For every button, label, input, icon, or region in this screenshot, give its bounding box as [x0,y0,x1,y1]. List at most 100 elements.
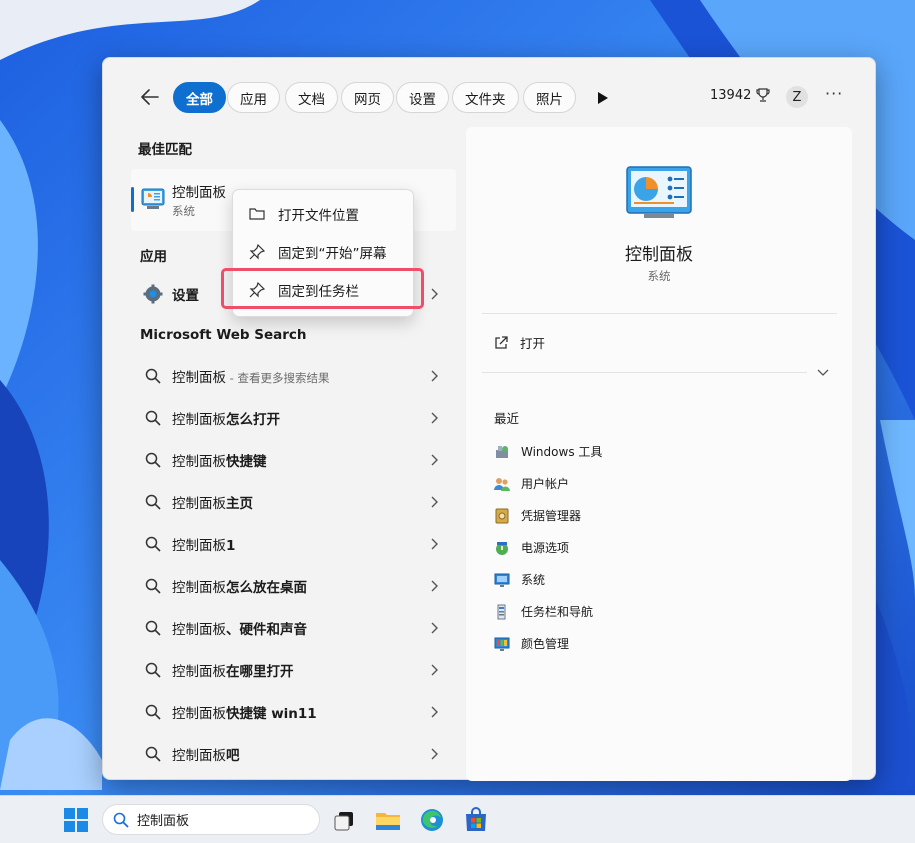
chevron-right-icon[interactable] [429,287,439,301]
chevron-right-icon[interactable] [429,495,439,509]
web-result-query: 控制面板 [172,748,226,764]
tab-photos[interactable]: 照片 [523,82,576,113]
selection-indicator [131,187,134,212]
web-result-suggestion: 、硬件和声音 [226,622,307,638]
menu-item-label: 固定到“开始”屏幕 [278,246,387,262]
chevron-right-icon[interactable] [429,621,439,635]
chevron-down-icon[interactable] [817,367,829,377]
menu-item-pin-to-start[interactable]: 固定到“开始”屏幕 [233,234,415,270]
web-result-suggestion: 怎么放在桌面 [226,580,307,596]
web-result-hint: - 查看更多搜索结果 [226,371,330,385]
web-result-query: 控制面板 [172,622,226,638]
task-view-icon[interactable] [330,806,358,834]
search-icon [143,492,163,512]
search-panel: 全部 应用 文档 网页 设置 文件夹 照片 13942 Z ··· 最佳匹配 控… [102,57,876,781]
recent-item[interactable]: 任务栏和导航 [494,603,593,620]
web-result[interactable]: 控制面板在哪里打开 [131,650,443,690]
web-result-query: 控制面板 [172,580,226,596]
web-result-query: 控制面板 [172,538,226,554]
chevron-right-icon[interactable] [429,369,439,383]
taskbar-search-box[interactable]: 控制面板 [102,804,320,835]
open-external-icon [495,335,508,349]
power-options-icon [496,541,508,555]
web-result[interactable]: 控制面板怎么放在桌面 [131,566,443,606]
recent-item[interactable]: 系统 [494,571,545,588]
file-explorer-icon[interactable] [374,806,402,834]
control-panel-icon [141,188,165,209]
edge-browser-icon[interactable] [418,806,446,834]
web-result[interactable]: 控制面板吧 [131,734,443,774]
microsoft-store-icon[interactable] [462,806,490,834]
search-icon [143,408,163,428]
search-icon [113,812,129,828]
search-icon [143,702,163,722]
control-panel-large-icon [626,166,692,218]
recent-item-label: Windows 工具 [521,445,603,459]
search-icon [143,744,163,764]
tab-web[interactable]: 网页 [341,82,394,113]
recent-item[interactable]: 凭据管理器 [494,507,581,524]
tab-settings[interactable]: 设置 [396,82,449,113]
web-result[interactable]: 控制面板1 [131,524,443,564]
recent-item[interactable]: 颜色管理 [494,635,569,652]
open-label: 打开 [520,336,546,351]
web-result-query: 控制面板 [172,370,226,386]
web-result-suggestion: 快捷键 win11 [226,706,317,722]
detail-pane: 控制面板 系统 打开 最近 Windows 工具 用户帐户 凭据管理器 电源选项 [466,127,852,781]
windows-tools-icon [496,445,508,458]
tab-folders[interactable]: 文件夹 [452,82,519,113]
open-action[interactable]: 打开 [494,333,545,352]
chevron-right-icon[interactable] [429,411,439,425]
menu-item-open-file-location[interactable]: 打开文件位置 [233,196,415,232]
recent-heading: 最近 [494,411,520,426]
menu-item-label: 打开文件位置 [278,208,359,224]
chevron-right-icon[interactable] [429,579,439,593]
chevron-right-icon[interactable] [429,663,439,677]
web-result-query: 控制面板 [172,454,226,470]
arrow-left-icon [141,89,159,105]
taskbar: 控制面板 [0,795,915,843]
back-button[interactable] [139,86,161,108]
apps-heading: 应用 [140,249,167,265]
points-value: 13942 [710,88,752,103]
search-icon [143,576,163,596]
chevron-right-icon[interactable] [429,453,439,467]
recent-item-label: 用户帐户 [521,477,570,491]
web-result-suggestion: 1 [226,538,236,554]
avatar[interactable]: Z [786,86,808,108]
tab-all[interactable]: 全部 [173,82,226,113]
web-result[interactable]: 控制面板 - 查看更多搜索结果 [131,356,443,396]
recent-item[interactable]: 用户帐户 [494,475,569,492]
credential-manager-icon [495,508,509,523]
play-icon[interactable] [597,91,609,105]
web-result-suggestion: 怎么打开 [226,412,280,428]
chevron-right-icon[interactable] [429,705,439,719]
web-result[interactable]: 控制面板快捷键 win11 [131,692,443,732]
web-search-heading: Microsoft Web Search [140,327,307,343]
recent-item[interactable]: Windows 工具 [494,443,602,460]
web-result-query: 控制面板 [172,412,226,428]
app-result-label: 设置 [172,288,199,304]
recent-item[interactable]: 电源选项 [494,539,569,556]
recent-item-label: 任务栏和导航 [521,605,594,619]
rewards-points[interactable]: 13942 [710,88,770,103]
web-result[interactable]: 控制面板快捷键 [131,440,443,480]
web-result[interactable]: 控制面板、硬件和声音 [131,608,443,648]
search-icon [143,450,163,470]
web-result[interactable]: 控制面板怎么打开 [131,398,443,438]
web-result[interactable]: 控制面板主页 [131,482,443,522]
chevron-right-icon[interactable] [429,747,439,761]
tab-documents[interactable]: 文档 [285,82,338,113]
tab-apps[interactable]: 应用 [227,82,280,113]
taskbar-navigation-icon [497,604,506,619]
chevron-right-icon[interactable] [429,537,439,551]
more-options-button[interactable]: ··· [825,84,843,103]
color-management-icon [494,637,510,651]
divider [482,313,837,314]
folder-icon [249,208,265,220]
recent-item-label: 颜色管理 [521,637,570,651]
search-icon [143,660,163,680]
web-result-query: 控制面板 [172,496,226,512]
windows-start-icon[interactable] [64,808,88,832]
settings-gear-icon [143,284,163,304]
